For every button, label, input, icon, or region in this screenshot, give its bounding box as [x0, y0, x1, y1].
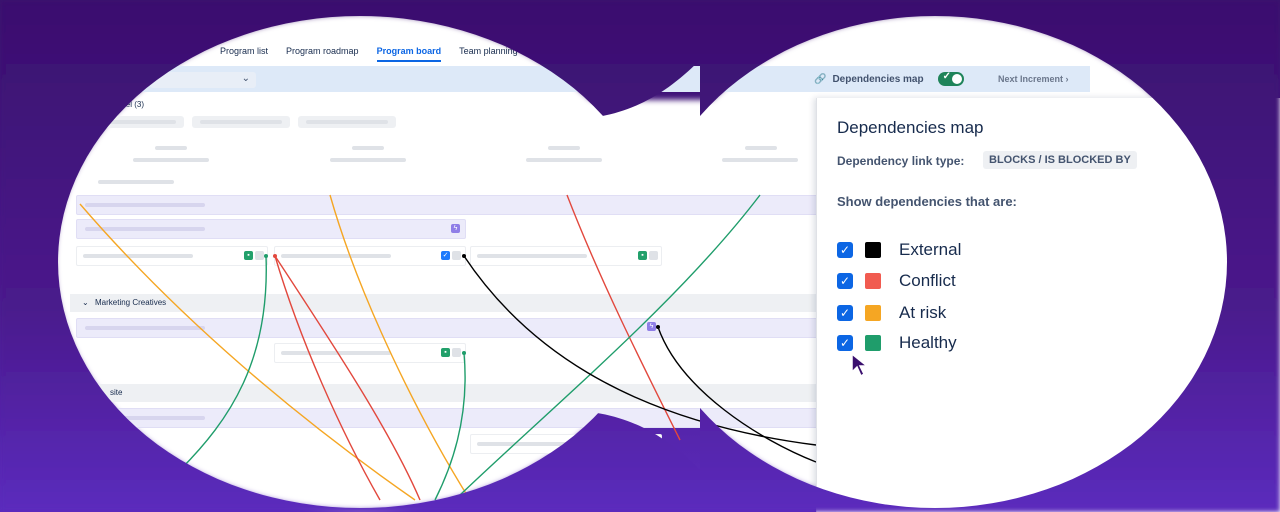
link-type-select[interactable]: BLOCKS / IS BLOCKED BY [983, 151, 1137, 169]
conflict-label: Conflict [899, 271, 956, 290]
dependency-line-healthy [434, 352, 466, 501]
option-at-risk[interactable]: ✓ At risk [837, 303, 946, 323]
scene: Program list Program roadmap Program boa… [0, 0, 1280, 512]
conflict-checkbox[interactable]: ✓ [837, 273, 853, 289]
external-label: External [899, 240, 962, 259]
link-type-label: Dependency link type: [837, 154, 965, 168]
dependency-line-healthy [179, 255, 267, 471]
external-swatch [865, 242, 881, 258]
program-board-app: Program list Program roadmap Program boa… [0, 0, 1280, 512]
mouse-cursor-icon [851, 352, 870, 378]
at-risk-swatch [865, 305, 881, 321]
at-risk-checkbox[interactable]: ✓ [837, 305, 853, 321]
dependency-line-conflict [566, 194, 681, 441]
show-dependencies-label: Show dependencies that are: [837, 194, 1017, 209]
dependency-line-at-risk [79, 203, 416, 501]
dependency-line-external [463, 255, 817, 446]
external-checkbox[interactable]: ✓ [837, 242, 853, 258]
option-conflict[interactable]: ✓ Conflict [837, 271, 956, 291]
healthy-swatch [865, 335, 881, 351]
conflict-swatch [865, 273, 881, 289]
at-risk-label: At risk [899, 303, 947, 322]
panel-title: Dependencies map [837, 118, 984, 137]
dependencies-map-panel: Dependencies map Dependency link type: B… [816, 98, 1280, 512]
healthy-label: Healthy [899, 333, 957, 352]
dependency-line-healthy [459, 194, 761, 496]
healthy-checkbox[interactable]: ✓ [837, 335, 853, 351]
option-healthy[interactable]: ✓ Healthy [837, 333, 957, 353]
option-external[interactable]: ✓ External [837, 240, 961, 260]
dependency-line-conflict [274, 255, 421, 501]
